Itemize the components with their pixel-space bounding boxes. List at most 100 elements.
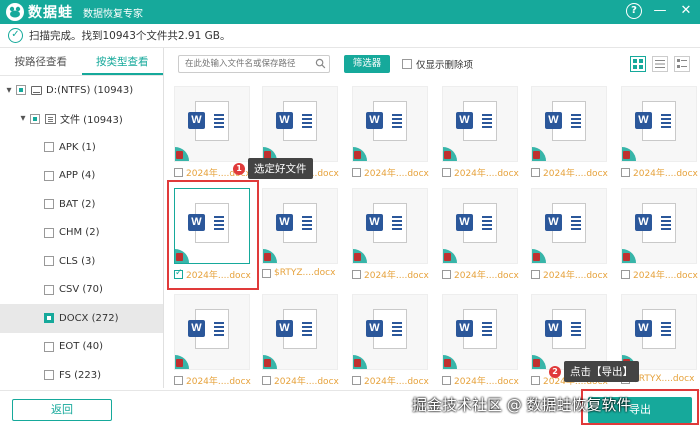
file-checkbox[interactable] — [531, 168, 540, 177]
file-checkbox[interactable] — [262, 268, 271, 278]
tree-item-checkbox[interactable] — [44, 284, 54, 295]
file-checkbox[interactable] — [352, 270, 361, 279]
tree-item[interactable]: CHM (2) — [0, 219, 163, 248]
file-caption: 2024年....docx — [442, 268, 519, 281]
file-name: 2024年....docx — [186, 377, 251, 387]
only-deleted-toggle[interactable]: 仅显示删除项 — [402, 57, 473, 71]
help-icon[interactable]: ? — [626, 3, 642, 19]
file-tile[interactable]: W 2024年....docx — [438, 184, 519, 285]
tree-item-checkbox[interactable] — [44, 142, 54, 153]
file-thumbnail[interactable]: W — [442, 294, 518, 370]
tree-item[interactable]: CSV (70) — [0, 276, 163, 305]
file-thumbnail[interactable]: W — [442, 86, 518, 162]
chevron-down-icon[interactable]: ▾ — [4, 85, 14, 96]
tree-item-checkbox[interactable] — [16, 85, 26, 96]
view-tabs: 按路径查看 按类型查看 — [0, 48, 163, 76]
tree-item-checkbox[interactable] — [44, 227, 54, 238]
file-name: $RTYZ....docx — [274, 268, 336, 278]
tree-item-label: CHM (2) — [59, 227, 100, 239]
tree-item[interactable]: ▾ 文件 (10943) — [0, 105, 163, 134]
tree-item-checkbox[interactable] — [44, 256, 54, 267]
file-thumbnail[interactable]: W — [174, 294, 250, 370]
file-checkbox[interactable] — [531, 270, 540, 279]
file-tile[interactable]: W 2024年....docx — [438, 290, 519, 388]
file-thumbnail[interactable]: W — [621, 86, 697, 162]
tree-item[interactable]: EOT (40) — [0, 333, 163, 362]
tree-item[interactable]: APP (4) — [0, 162, 163, 191]
step1-label: 选定好文件 — [248, 158, 313, 179]
file-thumbnail[interactable]: W — [531, 86, 607, 162]
file-thumbnail[interactable]: W — [442, 188, 518, 264]
tree-item-checkbox[interactable] — [44, 341, 54, 352]
file-caption: 2024年....docx — [442, 374, 519, 387]
file-name: 2024年....docx — [543, 271, 608, 281]
detail-view-icon[interactable] — [674, 56, 690, 72]
tree-item[interactable]: CLS (3) — [0, 247, 163, 276]
file-tile[interactable]: W 2024年....docx — [170, 290, 251, 388]
tree-item-checkbox[interactable] — [44, 370, 54, 381]
word-document-icon: W — [456, 309, 497, 349]
close-icon[interactable]: ✕ — [678, 3, 694, 19]
file-thumbnail[interactable]: W — [352, 86, 428, 162]
file-thumbnail[interactable]: W — [621, 294, 697, 370]
file-tile[interactable]: W 2024年....docx — [617, 82, 698, 183]
word-badge: W — [366, 112, 383, 129]
filter-button[interactable]: 筛选器 — [344, 55, 390, 73]
file-checkbox[interactable] — [352, 376, 361, 385]
file-thumbnail[interactable]: W — [352, 294, 428, 370]
app-subtitle: 数据恢复专家 — [83, 8, 143, 20]
tree-item-checkbox[interactable] — [30, 113, 40, 124]
file-tile[interactable]: W 2024年....docx — [348, 290, 429, 388]
file-tile[interactable]: W 2024年....docx — [527, 82, 608, 183]
file-thumbnail[interactable]: W — [262, 294, 338, 370]
file-tile[interactable]: W 2024年....docx — [348, 82, 429, 183]
file-checkbox[interactable] — [531, 376, 540, 385]
file-tile[interactable]: W 2024年....docx — [438, 82, 519, 183]
tab-by-type[interactable]: 按类型查看 — [81, 48, 163, 75]
word-badge: W — [545, 214, 562, 231]
file-checkbox[interactable] — [174, 168, 183, 177]
file-tile[interactable]: W 2024年....docx — [527, 184, 608, 285]
search-icon[interactable] — [315, 58, 326, 69]
tree-item[interactable]: BAT (2) — [0, 190, 163, 219]
file-checkbox[interactable] — [442, 376, 451, 385]
search-input[interactable] — [179, 56, 313, 72]
list-view-icon[interactable] — [652, 56, 668, 72]
word-badge: W — [276, 112, 293, 129]
file-tile[interactable]: W 2024年....docx — [348, 184, 429, 285]
file-tile[interactable]: W 2024年....docx — [617, 184, 698, 285]
tab-by-path[interactable]: 按路径查看 — [0, 48, 82, 75]
grid-view-icon[interactable] — [630, 56, 646, 72]
file-checkbox[interactable] — [262, 376, 271, 385]
file-checkbox[interactable] — [621, 168, 630, 177]
file-thumbnail[interactable]: W — [352, 188, 428, 264]
file-checkbox[interactable] — [352, 168, 361, 177]
file-checkbox[interactable] — [174, 376, 183, 385]
file-checkbox[interactable] — [621, 270, 630, 279]
tree-item[interactable]: DOCX (272) — [0, 304, 163, 333]
file-thumbnail[interactable]: W — [262, 86, 338, 162]
chevron-down-icon[interactable]: ▾ — [18, 113, 28, 124]
minimize-icon[interactable]: — — [652, 3, 668, 19]
tree-item[interactable]: ▾ D:(NTFS) (10943) — [0, 76, 163, 105]
file-thumbnail[interactable]: W — [621, 188, 697, 264]
file-tile[interactable]: W 2024年....docx — [258, 290, 339, 388]
tree-item-checkbox[interactable] — [44, 199, 54, 210]
back-button[interactable]: 返回 — [12, 399, 112, 421]
file-thumbnail[interactable]: W — [531, 294, 607, 370]
file-thumbnail[interactable]: W — [262, 188, 338, 264]
file-tile[interactable]: W $RTYZ....docx — [258, 184, 338, 285]
tree-item-checkbox[interactable] — [44, 313, 54, 324]
tree-item[interactable]: APK (1) — [0, 133, 163, 162]
word-document-icon: W — [456, 203, 497, 243]
file-thumbnail[interactable]: W — [531, 188, 607, 264]
only-deleted-checkbox[interactable] — [402, 59, 412, 69]
tree-item-checkbox[interactable] — [44, 170, 54, 181]
word-document-icon: W — [635, 309, 676, 349]
file-name: 2024年....docx — [543, 169, 608, 179]
tree-item[interactable]: FS (223) — [0, 361, 163, 390]
tree-item-label: FS (223) — [59, 369, 101, 381]
file-checkbox[interactable] — [442, 168, 451, 177]
file-thumbnail[interactable]: W — [174, 86, 250, 162]
file-checkbox[interactable] — [442, 270, 451, 279]
